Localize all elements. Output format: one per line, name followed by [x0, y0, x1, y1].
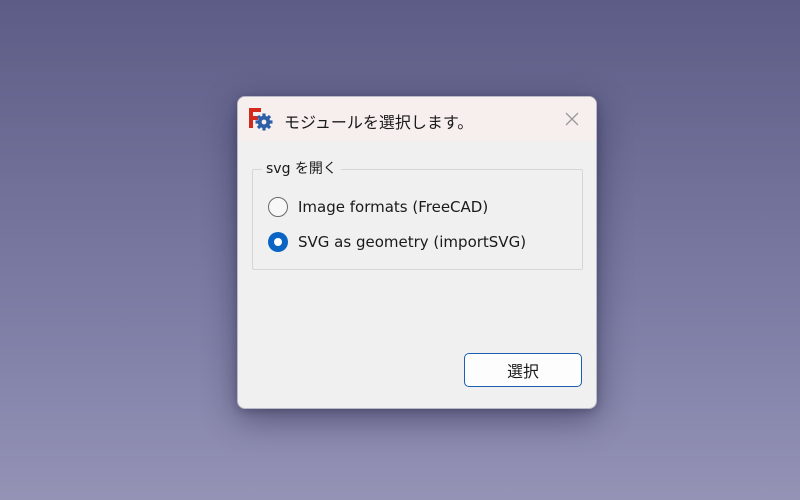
groupbox-title: svg を開く — [262, 160, 341, 178]
title-bar[interactable]: モジュールを選択します。 — [238, 97, 596, 141]
freecad-gear-icon — [249, 108, 273, 131]
radio-button-unchecked[interactable] — [268, 197, 288, 217]
select-button[interactable]: 選択 — [464, 353, 582, 387]
dialog-title: モジュールを選択します。 — [284, 113, 474, 132]
option-label: Image formats (FreeCAD) — [298, 198, 489, 216]
option-label: SVG as geometry (importSVG) — [298, 233, 527, 251]
module-select-dialog: モジュールを選択します。 svg を開く Image formats (Free… — [237, 96, 597, 409]
option-image-formats[interactable]: Image formats (FreeCAD) — [268, 196, 488, 218]
radio-button-checked[interactable] — [268, 232, 288, 252]
close-icon — [565, 112, 579, 126]
option-svg-geometry[interactable]: SVG as geometry (importSVG) — [268, 231, 526, 253]
open-svg-groupbox — [252, 169, 583, 270]
close-button[interactable] — [548, 97, 596, 141]
